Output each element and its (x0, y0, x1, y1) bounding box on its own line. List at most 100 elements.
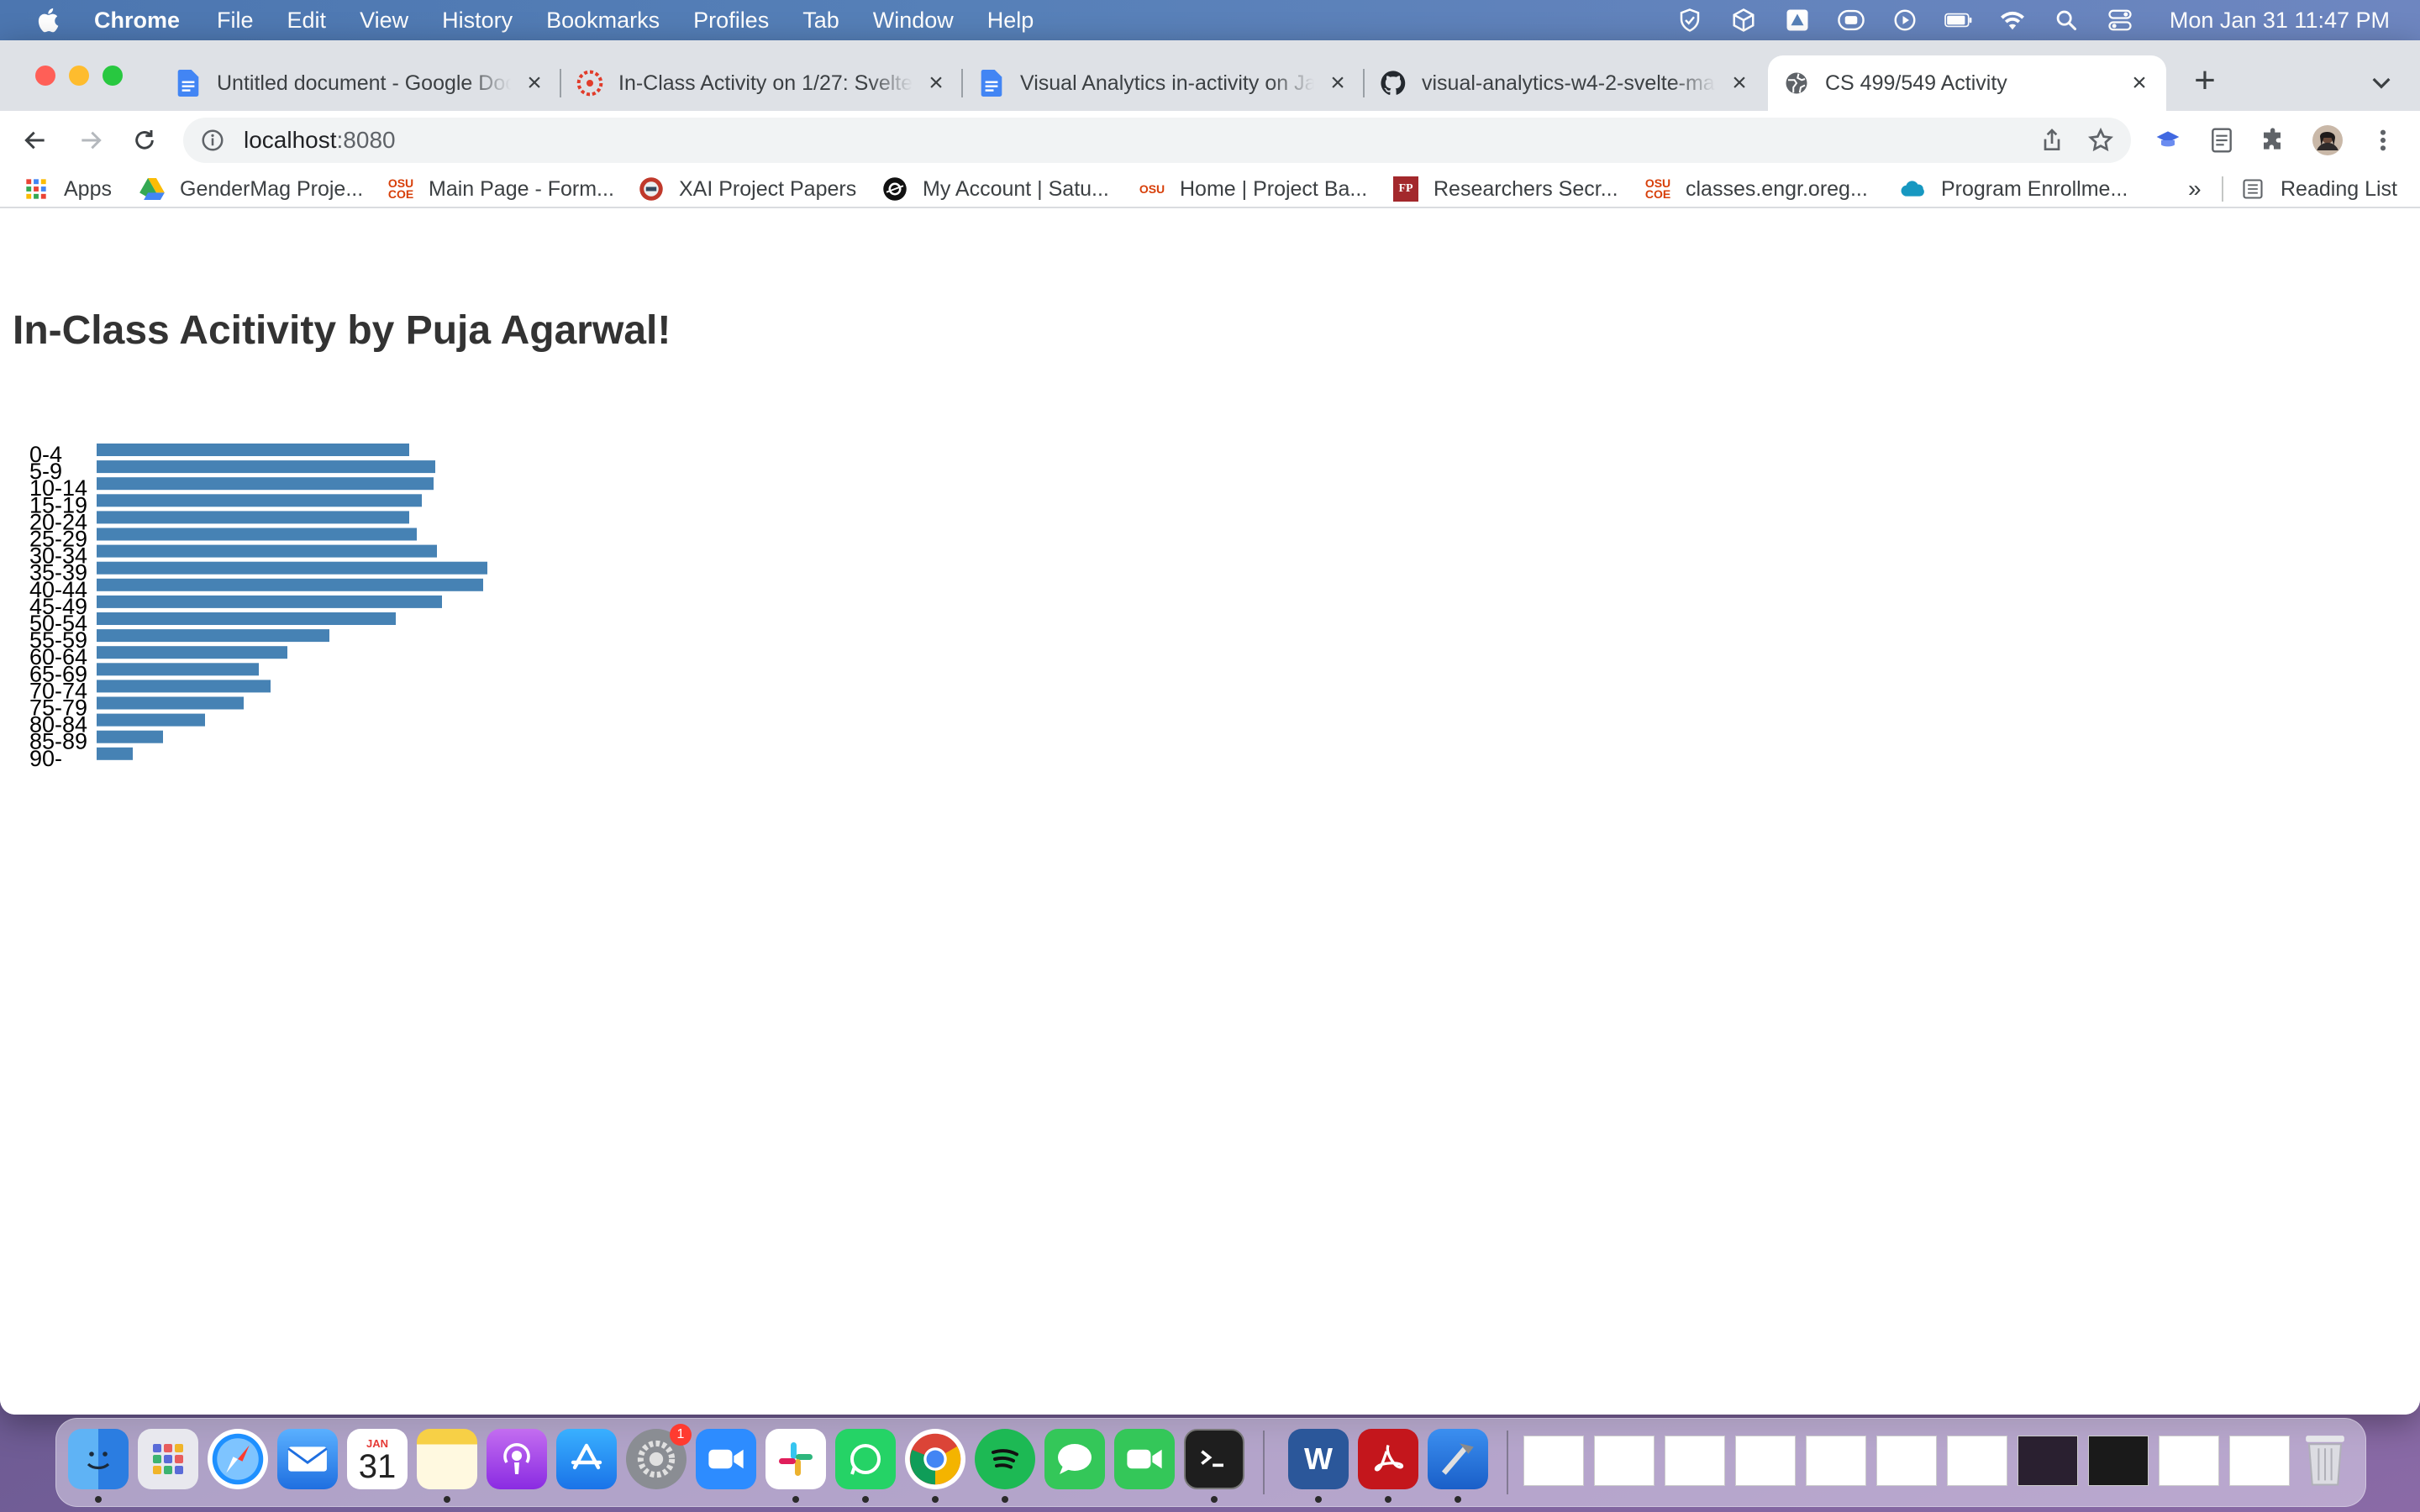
minimized-window-thumbnail[interactable] (1876, 1436, 1937, 1486)
graduation-cap-extension-icon[interactable] (2153, 125, 2183, 155)
share-icon[interactable] (2039, 127, 2065, 154)
menu-tab[interactable]: Tab (802, 8, 839, 34)
tab-close-icon[interactable]: × (1326, 71, 1349, 96)
acrobat-icon[interactable] (1358, 1429, 1418, 1489)
minimized-window-thumbnail[interactable] (1947, 1436, 2007, 1486)
extensions-puzzle-icon[interactable] (2259, 125, 2289, 155)
minimized-window-thumbnail[interactable] (1735, 1436, 1796, 1486)
bookmark-item[interactable]: OSU Home | Project Ba... (1139, 174, 1367, 204)
profile-avatar[interactable] (2312, 125, 2343, 155)
menu-edit[interactable]: Edit (287, 8, 327, 34)
osu-coe-icon: OSU COE (1644, 176, 1671, 201)
bookmark-item[interactable]: OSU COE Main Page - Form... (388, 174, 614, 204)
menubar-clock[interactable]: Mon Jan 31 11:47 PM (2170, 8, 2390, 34)
chevron-down-icon[interactable] (2368, 69, 2395, 96)
drive-status-icon[interactable] (1783, 8, 1812, 33)
tab-google-docs[interactable]: Untitled document - Google Docs × (160, 55, 561, 111)
spotlight-search-icon[interactable] (2052, 8, 2081, 33)
system-preferences-icon[interactable]: 1 (626, 1424, 692, 1489)
bookmark-star-icon[interactable] (2087, 127, 2114, 154)
reader-extension-icon[interactable] (2207, 125, 2237, 155)
minimized-window-thumbnail[interactable] (2229, 1436, 2290, 1486)
menu-history[interactable]: History (442, 8, 513, 34)
minimized-window-thumbnail[interactable] (2159, 1436, 2219, 1486)
word-icon[interactable]: W (1288, 1429, 1349, 1489)
bookmark-apps[interactable]: Apps (24, 174, 112, 204)
minimized-window-thumbnail[interactable] (1665, 1436, 1725, 1486)
apple-menu-icon[interactable] (35, 6, 64, 34)
running-indicator (1315, 1496, 1322, 1503)
tab-visual-analytics-doc[interactable]: Visual Analytics in-activity on Jan × (963, 55, 1365, 111)
minimized-window-thumbnail[interactable] (1594, 1436, 1655, 1486)
slack-icon[interactable] (765, 1429, 826, 1489)
new-tab-button[interactable]: + (2188, 62, 2222, 99)
whatsapp-icon[interactable] (835, 1429, 896, 1489)
box-status-icon[interactable] (1729, 8, 1758, 33)
messages-icon[interactable] (1044, 1429, 1105, 1489)
back-button[interactable] (20, 125, 50, 155)
site-info-icon[interactable] (200, 128, 225, 153)
xcode-icon[interactable] (1428, 1429, 1488, 1489)
spotify-icon[interactable] (975, 1429, 1035, 1489)
minimized-window-thumbnail[interactable] (1806, 1436, 1866, 1486)
safari-icon[interactable] (208, 1429, 268, 1489)
minimized-window-thumbnail[interactable] (1523, 1436, 1584, 1486)
zoom-window-button[interactable] (103, 66, 123, 86)
terminal-icon[interactable] (1184, 1429, 1244, 1489)
menu-app-name[interactable]: Chrome (94, 8, 180, 34)
running-indicator (1385, 1496, 1392, 1503)
menu-window[interactable]: Window (873, 8, 954, 34)
running-indicator (95, 1496, 102, 1503)
launchpad-icon[interactable] (138, 1429, 198, 1489)
minimized-window-thumbnail[interactable] (2088, 1436, 2149, 1486)
menu-view[interactable]: View (360, 8, 408, 34)
battery-icon[interactable] (1944, 8, 1973, 33)
facetime-icon[interactable] (1114, 1429, 1175, 1489)
notes-icon[interactable] (417, 1429, 477, 1489)
app-store-icon[interactable] (556, 1429, 617, 1489)
play-status-icon[interactable] (1891, 8, 1919, 33)
control-center-icon[interactable] (2106, 8, 2134, 33)
wifi-icon[interactable] (1998, 8, 2027, 33)
shield-status-icon[interactable] (1676, 8, 1704, 33)
finder-icon[interactable] (68, 1429, 129, 1489)
bar-5-9 (97, 460, 435, 474)
forward-button[interactable] (76, 125, 106, 155)
close-window-button[interactable] (35, 66, 55, 86)
bar-55-59 (97, 629, 329, 643)
tab-close-icon[interactable]: × (523, 71, 546, 96)
minimized-window-thumbnail[interactable] (2018, 1436, 2078, 1486)
reading-list-button[interactable]: Reading List (2240, 174, 2397, 204)
reload-button[interactable] (129, 125, 160, 155)
bookmark-item[interactable]: OSU COE classes.engr.oreg... (1645, 174, 1868, 204)
menu-profiles[interactable]: Profiles (693, 8, 769, 34)
canvas-icon (576, 70, 603, 97)
menu-file[interactable]: File (217, 8, 254, 34)
bookmark-item[interactable]: XAI Project Papers (639, 174, 856, 204)
zoom-icon[interactable] (696, 1429, 756, 1489)
tab-close-icon[interactable]: × (2128, 71, 2151, 96)
tab-close-icon[interactable]: × (1728, 71, 1751, 96)
menu-help[interactable]: Help (987, 8, 1034, 34)
bookmark-item[interactable]: FP Researchers Secr... (1393, 174, 1618, 204)
minimize-window-button[interactable] (69, 66, 89, 86)
tab-cs499-activity[interactable]: CS 499/549 Activity × (1768, 55, 2166, 111)
bookmark-item[interactable]: Program Enrollme... (1901, 174, 2128, 204)
chart-category-labels: 0-45-910-1415-1920-2425-2930-3435-3940-4… (29, 442, 87, 771)
display-status-icon[interactable] (1837, 8, 1865, 33)
url-text[interactable]: localhost:8080 (244, 127, 396, 154)
tab-github-repo[interactable]: visual-analytics-w4-2-svelte-main × (1365, 55, 1766, 111)
more-menu-icon[interactable] (2368, 125, 2398, 155)
tab-canvas-activity[interactable]: In-Class Activity on 1/27: Svelte × (561, 55, 963, 111)
calendar-icon[interactable]: JAN 31 (347, 1429, 408, 1489)
tab-close-icon[interactable]: × (924, 71, 948, 96)
address-bar[interactable]: localhost:8080 (183, 118, 2131, 163)
menu-bookmarks[interactable]: Bookmarks (546, 8, 660, 34)
mail-icon[interactable] (277, 1429, 338, 1489)
podcasts-icon[interactable] (487, 1429, 547, 1489)
trash-icon[interactable] (2295, 1429, 2355, 1489)
chrome-icon[interactable] (905, 1429, 965, 1489)
bookmark-item[interactable]: GenderMag Proje... (139, 174, 363, 204)
bookmarks-overflow-button[interactable]: » (2188, 174, 2202, 204)
bookmark-item[interactable]: My Account | Satu... (882, 174, 1109, 204)
